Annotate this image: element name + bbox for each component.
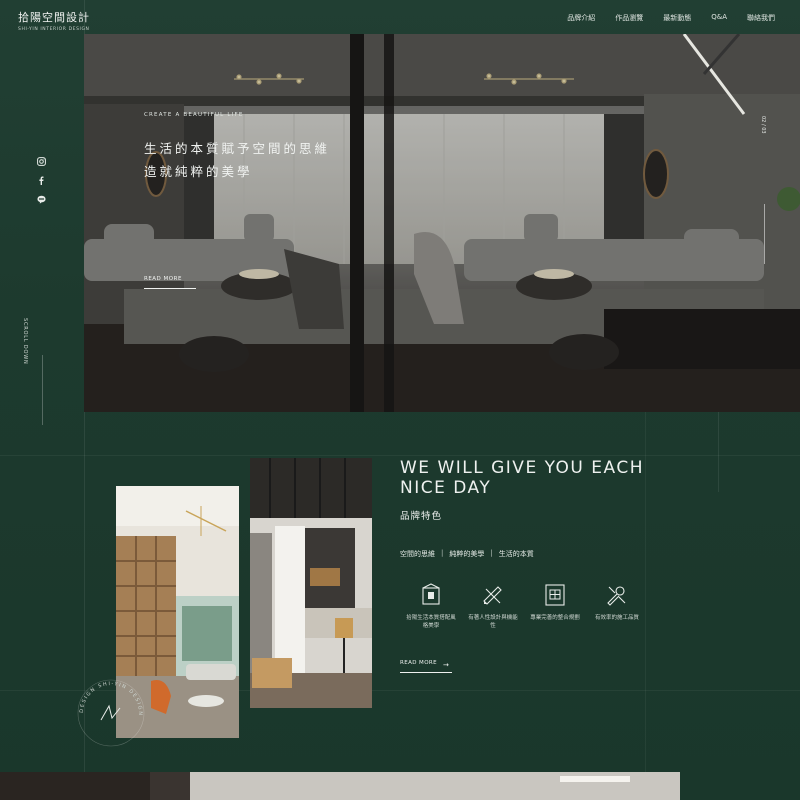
feature-item: 有效率的施工品質 — [586, 582, 648, 630]
instagram-icon[interactable] — [37, 157, 46, 166]
design-badge: DESIGN SHI-YIN DESIGN — [77, 679, 145, 747]
tag-separator: | — [490, 549, 493, 557]
logo-text: 拾陽空間設計 — [18, 11, 90, 24]
tag-item: 空間的思維 — [400, 550, 435, 558]
blueprint-icon — [545, 584, 565, 606]
scroll-line — [42, 355, 43, 425]
line-icon[interactable] — [37, 195, 46, 204]
nav-contact[interactable]: 聯絡我們 — [747, 13, 775, 23]
feature-text: 拾陽生活本質搭配風格美學 — [406, 615, 456, 629]
slide-pager: 02 / 03 — [760, 116, 766, 134]
hero-read-more-link[interactable]: READ MORE — [144, 276, 182, 282]
hero-heading-line2: 造就純粹的美學 — [144, 164, 253, 179]
feature-list: 拾陽生活本質搭配風格美學 有著人性設計與機能性 專業完善的整合規劃 有效率的施工… — [400, 582, 648, 630]
feature-tags: 空間的思維 | 純粹的美學 | 生活的本質 — [400, 549, 534, 559]
tag-item: 生活的本質 — [498, 550, 534, 558]
section-title-line1: WE WILL GIVE YOU EACH — [400, 458, 644, 478]
pencil-ruler-icon — [483, 586, 502, 605]
arrow-right-icon[interactable]: → — [443, 661, 449, 669]
logo-subtext: SHI-YIN INTERIOR DESIGN — [18, 27, 90, 32]
feature-text: 有著人性設計與機能性 — [468, 615, 518, 629]
hero-eyebrow: CREATE A BEAUTIFUL LIFE — [144, 112, 244, 118]
grid-line — [0, 455, 800, 456]
main-nav: 品牌介紹 作品瀏覽 最新動態 Q&A 聯絡我們 — [567, 13, 775, 23]
nav-qa[interactable]: Q&A — [711, 13, 727, 23]
logo[interactable]: 拾陽空間設計 SHI-YIN INTERIOR DESIGN — [18, 9, 90, 32]
interior-photo-right — [250, 458, 372, 708]
facebook-icon[interactable] — [37, 176, 46, 185]
section-subtitle: 品牌特色 — [400, 511, 443, 522]
feature-text: 專業完善的整合規劃 — [530, 615, 580, 621]
section-title-line2: NICE DAY — [400, 478, 492, 498]
next-section-preview — [0, 772, 680, 800]
section-read-more-link[interactable]: READ MORE — [400, 660, 437, 666]
hero-heading-line1: 生活的本質賦予空間的思維 — [144, 141, 331, 156]
hero-read-more-underline — [144, 288, 196, 289]
feature-item: 有著人性設計與機能性 — [462, 582, 524, 630]
nav-works[interactable]: 作品瀏覽 — [615, 13, 643, 23]
hero-image — [84, 34, 800, 412]
feature-item: 專業完善的整合規劃 — [524, 582, 586, 630]
grid-line — [718, 412, 719, 492]
tools-icon — [607, 586, 626, 606]
tag-separator: | — [441, 549, 444, 557]
section-title: WE WILL GIVE YOU EACH NICE DAY — [400, 458, 700, 498]
slide-pager-line — [764, 204, 765, 264]
scroll-down-label: SCROLL DOWN — [22, 318, 28, 365]
feature-item: 拾陽生活本質搭配風格美學 — [400, 582, 462, 630]
house-icon — [422, 583, 440, 605]
nav-brand[interactable]: 品牌介紹 — [567, 13, 595, 23]
nav-news[interactable]: 最新動態 — [663, 13, 691, 23]
feature-text: 有效率的施工品質 — [594, 615, 639, 621]
site-header: 拾陽空間設計 SHI-YIN INTERIOR DESIGN 品牌介紹 作品瀏覽… — [0, 0, 800, 34]
section-read-more-underline — [400, 672, 452, 673]
svg-text:DESIGN SHI-YIN DESIGN: DESIGN SHI-YIN DESIGN — [79, 681, 143, 717]
badge-text: DESIGN SHI-YIN DESIGN — [79, 681, 142, 717]
tag-item: 純粹的美學 — [449, 550, 485, 558]
hero-banner: CREATE A BEAUTIFUL LIFE 生活的本質賦予空間的思維 造就純… — [84, 34, 800, 412]
